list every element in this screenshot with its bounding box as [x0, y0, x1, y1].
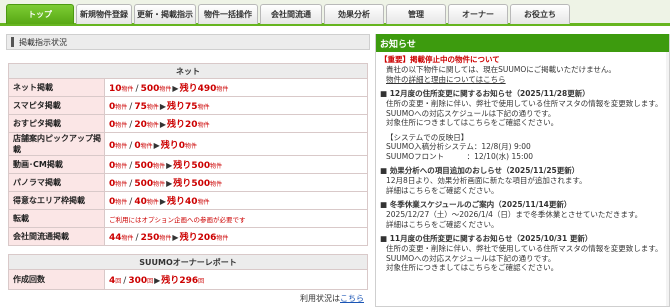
news-body: 【重要】掲載停止中の物件について 貴社の以下物件に関しては、現在SUUMOにご掲載… [376, 52, 669, 273]
listing-row-5-value: 0物件/500物件▶残り500物件 [104, 173, 368, 192]
news-item-title: ■ 冬季休業スケジュールのご案内（2025/11/14更新） [380, 200, 572, 209]
arrow-icon: ▶ [154, 276, 161, 285]
news-panel: お知らせ 【重要】掲載停止中の物件について 貴社の以下物件に関しては、現在SUUM… [375, 34, 670, 307]
arrow-icon: ▶ [159, 197, 167, 206]
listing-row: 得意なエリア枠掲載 0物件/40物件▶残り40物件 [8, 191, 368, 210]
tab-useful[interactable]: お役立ち [510, 4, 570, 24]
tab-new-property[interactable]: 新規物件登録 [76, 4, 132, 24]
tab-owner[interactable]: オーナー [448, 4, 508, 24]
listing-row-2-value: 0物件/20物件▶残り20物件 [104, 114, 368, 133]
tenki-note: ご利用にはオプション企画への参画が必要です [104, 209, 368, 228]
listing-row-3-value: 0物件/0物件▶残り0物件 [104, 132, 368, 156]
listing-row-3-label: 店舗案内ピックアップ掲載 [8, 132, 105, 156]
listing-row: スマピタ掲載 0物件/75物件▶残り75物件 [8, 96, 368, 115]
usage-status: 利用状況はこちら [300, 294, 364, 303]
news-scrollbar[interactable] [666, 52, 669, 306]
listing-row-5-label: パノラマ掲載 [8, 173, 105, 192]
news-text: 詳細はこちらをご確認ください。 [386, 219, 499, 229]
listing-row: ネット掲載 10物件/500物件▶残り490物件 [8, 78, 368, 97]
owner-report-header: SUUMOオーナーレポート [8, 254, 368, 270]
news-text: 住所の変更・削除に伴い、弊社で使用している住所マスタの情報を変更致します。 [386, 244, 663, 253]
listing-row: パノラマ掲載 0物件/500物件▶残り500物件 [8, 173, 368, 192]
header-bar-icon [11, 37, 14, 47]
news-text: 貴社の以下物件に関しては、現在SUUMOにご掲載いただけません。 [386, 65, 616, 74]
listing-row: 動画･CM掲載 0物件/500物件▶残り500物件 [8, 155, 368, 174]
news-text: 住所の変更・削除に伴い、弊社で使用している住所マスタの情報を変更致します。 [386, 99, 663, 108]
news-text: SUUMO入稿分析システム：12/8(月) 9:00 [386, 142, 531, 151]
news-text: 詳細はこちらをご確認ください。 [386, 185, 499, 195]
news-text: 2025/12/27（土）～2026/1/4（日）まで冬季休業とさせていただきま… [386, 210, 643, 219]
section-header: 掲載指示状況 [6, 34, 370, 50]
listing-row-2-label: おすピタ掲載 [8, 114, 105, 133]
company-row-value: 44物件/250物件▶残り206物件 [104, 227, 368, 246]
news-header: お知らせ [376, 34, 669, 52]
arrow-icon: ▶ [172, 233, 179, 242]
report-count-value: 4回/300回▶残り296回 [104, 269, 368, 290]
tab-update-listing[interactable]: 更新・掲載指示 [134, 4, 196, 24]
news-text: SUUMOへの対応スケジュールは下記の通りです。 [386, 108, 556, 118]
news-text: 対象住所につきましてはこちらをご確認ください。 [386, 263, 559, 272]
news-alert-title: 【重要】掲載停止中の物件について [380, 55, 500, 64]
listing-row-6-value: 0物件/40物件▶残り40物件 [104, 191, 368, 210]
listing-row: 会社間流通掲載 44物件/250物件▶残り206物件 [8, 227, 368, 246]
arrow-icon: ▶ [166, 179, 173, 188]
news-text: 【システムでの反映日】 [386, 132, 469, 142]
news-item-title: ■ 11月度の住所変更に関するお知らせ（2025/10/31 更新） [380, 234, 593, 243]
listing-row: おすピタ掲載 0物件/20物件▶残り20物件 [8, 114, 368, 133]
tab-analytics[interactable]: 効果分析 [324, 4, 384, 24]
news-text: 12月8日より、効果分析画面に新たな項目が追加されます。 [386, 176, 587, 185]
news-item-title: ■ 12月度の住所変更に関するお知らせ（2025/11/28更新） [380, 89, 590, 98]
listing-row-4-value: 0物件/500物件▶残り500物件 [104, 155, 368, 174]
listing-row-6-label: 得意なエリア枠掲載 [8, 191, 105, 210]
tenki-row: 転載 ご利用にはオプション企画への参画が必要です [8, 209, 368, 228]
tab-top[interactable]: トップ [6, 4, 74, 24]
arrow-icon: ▶ [159, 120, 167, 129]
arrow-icon: ▶ [172, 84, 179, 93]
usage-link[interactable]: こちら [340, 294, 364, 303]
arrow-icon: ▶ [159, 102, 167, 111]
news-text: SUUMOフロント ：12/10(水) 15:00 [386, 151, 534, 161]
listing-row-0-value: 10物件/500物件▶残り490物件 [104, 78, 368, 97]
tenki-label: 転載 [8, 209, 105, 228]
tab-bulk-operation[interactable]: 物件一括操作 [198, 4, 258, 24]
tab-management[interactable]: 管理 [386, 4, 446, 24]
listing-row: 店舗案内ピックアップ掲載 0物件/0物件▶残り0物件 [8, 132, 368, 156]
news-link[interactable]: 物件の詳細と理由についてはこちら [380, 75, 665, 85]
section-title: 掲載指示状況 [19, 37, 67, 47]
listing-status-panel: 掲載指示状況 ネット ネット掲載 10物件/500物件▶残り490物件 スマピタ掲載… [6, 34, 370, 307]
news-text: SUUMOへの対応スケジュールは下記の通りです。 [386, 253, 556, 263]
arrow-icon: ▶ [166, 161, 173, 170]
arrow-icon: ▶ [153, 140, 160, 150]
tab-inter-company[interactable]: 会社間流通 [260, 4, 322, 24]
listing-row-1-label: スマピタ掲載 [8, 96, 105, 115]
group-header: ネット [8, 63, 368, 79]
report-count-label: 作成回数 [8, 269, 105, 290]
listing-table: ネット ネット掲載 10物件/500物件▶残り490物件 スマピタ掲載 0物件/75物… [8, 63, 368, 246]
news-item-title: ■ 効果分析への項目追加のおしらせ（2025/11/25更新） [380, 166, 580, 175]
listing-row-0-label: ネット掲載 [8, 78, 105, 97]
owner-report-table: SUUMOオーナーレポート 作成回数 4回/300回▶残り296回 [8, 254, 368, 290]
company-row-label: 会社間流通掲載 [8, 227, 105, 246]
listing-row-1-value: 0物件/75物件▶残り75物件 [104, 96, 368, 115]
news-text: 対象住所につきましてはこちらをご確認ください。 [386, 118, 559, 127]
listing-row-4-label: 動画･CM掲載 [8, 155, 105, 174]
top-navigation: トップ 新規物件登録 更新・掲載指示 物件一括操作 会社間流通 効果分析 管理 … [0, 0, 670, 26]
